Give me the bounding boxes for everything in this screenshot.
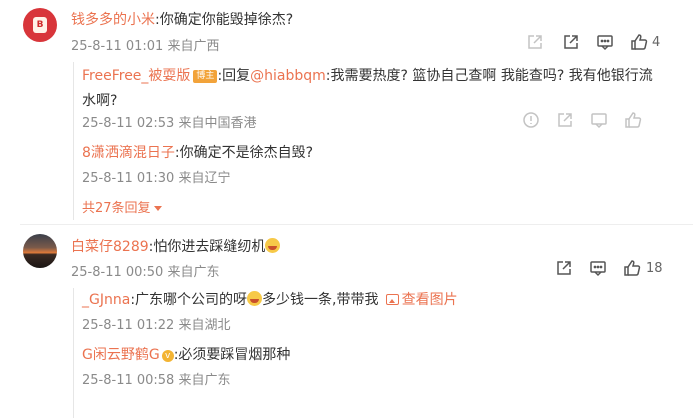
reply-meta: 25-8-11 01:30 来自辽宁 — [82, 171, 231, 186]
vip-icon: v — [161, 350, 174, 362]
share-icon[interactable] — [562, 33, 580, 51]
comment-text: :你确定你能毁掉徐杰? — [155, 12, 294, 28]
comment-icon[interactable] — [596, 33, 614, 51]
reply-text: :必须要踩冒烟那种 — [173, 347, 291, 363]
comment-meta: 25-8-11 00:50 来自广东 — [71, 265, 220, 280]
reply-meta: 25-8-11 02:53 来自中国香港 — [82, 116, 257, 131]
comment-line: 白菜仔8289:怕你进去踩缝纫机 — [71, 236, 281, 256]
report-icon[interactable] — [522, 111, 540, 129]
reply-text: :广东哪个公司的呀 — [130, 292, 248, 308]
image-icon — [385, 294, 399, 305]
reply-divider — [73, 288, 74, 418]
reply-item: _GJnna:广东哪个公司的呀 多少钱一条,带带我 查看图片 — [82, 289, 458, 309]
comment-line: 钱多多的小米:你确定你能毁掉徐杰? — [71, 9, 293, 29]
share-icon[interactable] — [526, 33, 544, 51]
reply-item: G闲云野鹤G v:必须要踩冒烟那种 — [82, 344, 290, 364]
like-icon[interactable] — [624, 111, 642, 129]
username-link[interactable]: 钱多多的小米 — [71, 12, 155, 28]
username-link[interactable]: 8潇洒滴混日子 — [82, 145, 175, 161]
emoji-icon — [265, 238, 281, 253]
like-icon[interactable] — [623, 259, 641, 277]
username-link[interactable]: G闲云野鹤G — [82, 347, 160, 363]
more-replies-link[interactable]: 共27条回复 — [82, 197, 162, 216]
emoji-icon — [247, 291, 263, 306]
share-icon[interactable] — [555, 259, 573, 277]
comment-icon[interactable] — [590, 111, 608, 129]
like-count: 4 — [652, 35, 661, 50]
avatar[interactable] — [23, 234, 57, 268]
chevron-down-icon — [153, 206, 162, 211]
reply-prefix: :回复 — [217, 68, 251, 84]
reply-text-cont: 多少钱一条,带带我 — [262, 292, 379, 308]
share-icon[interactable] — [556, 111, 574, 129]
like-icon[interactable] — [630, 33, 648, 51]
reply-text: :你确定不是徐杰自毁? — [174, 145, 314, 161]
reply-item: FreeFree_被耍版 博主:回复@hiabbqm:我需要热度? 篮协自己查啊 … — [82, 63, 662, 113]
username-link[interactable]: 白菜仔8289 — [71, 239, 149, 255]
comment-text: :怕你进去踩缝纫机 — [148, 239, 266, 255]
view-picture-link[interactable]: 查看图片 — [385, 292, 458, 308]
reply-meta: 25-8-11 01:22 来自湖北 — [82, 318, 231, 333]
like-count: 18 — [646, 261, 663, 276]
reply-meta: 25-8-11 00:58 来自广东 — [82, 373, 231, 388]
reply-divider — [73, 62, 74, 220]
comment-icon[interactable] — [589, 259, 607, 277]
username-link[interactable]: _GJnna — [82, 292, 130, 308]
comment-separator — [20, 224, 693, 225]
reply-item: 8潇洒滴混日子:你确定不是徐杰自毁? — [82, 142, 313, 162]
author-badge: 博主 — [193, 70, 218, 83]
username-link[interactable]: FreeFree_被耍版 — [82, 68, 190, 84]
mention-link[interactable]: @hiabbqm — [250, 68, 326, 84]
comment-meta: 25-8-11 01:01 来自广西 — [71, 39, 220, 54]
avatar[interactable]: B — [23, 8, 57, 42]
